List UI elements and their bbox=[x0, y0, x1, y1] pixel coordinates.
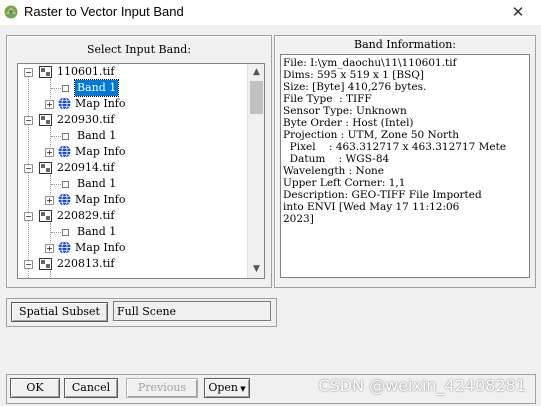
globe-icon bbox=[58, 193, 71, 206]
info-line: Datum : WGS-84 bbox=[283, 153, 390, 165]
info-line: Projection : UTM, Zone 50 North bbox=[283, 129, 460, 141]
expand-icon[interactable]: + bbox=[45, 100, 54, 109]
tree-mapinfo-node[interactable]: + Map Info bbox=[18, 240, 247, 256]
tree-mapinfo-node[interactable]: + Map Info bbox=[18, 192, 247, 208]
info-line: Size: [Byte] 410,276 bytes. bbox=[283, 81, 427, 93]
tree-band-node[interactable]: Band 1 bbox=[18, 224, 247, 240]
band-icon bbox=[62, 181, 69, 188]
info-line: File Type : TIFF bbox=[283, 93, 372, 105]
raster-file-icon bbox=[39, 210, 52, 222]
tree-file-node[interactable]: − 220914.tif bbox=[18, 160, 247, 176]
band-icon bbox=[62, 229, 69, 236]
info-line: Pixel : 463.312717 x 463.312717 Mete bbox=[283, 141, 507, 153]
open-menu-button[interactable]: Open ▼ bbox=[204, 378, 250, 398]
envi-app-icon bbox=[4, 5, 18, 19]
globe-icon bbox=[58, 241, 71, 254]
info-line: Upper Left Corner: 1,1 bbox=[283, 177, 406, 189]
tree-mapinfo-label: Map Info bbox=[75, 145, 126, 158]
close-icon: ✕ bbox=[511, 3, 525, 21]
raster-file-icon bbox=[39, 66, 52, 78]
tree-file-label: 220829.tif bbox=[57, 209, 115, 222]
band-information-text[interactable]: File: I:\ym_daochu\11\110601.tif Dims: 5… bbox=[280, 54, 530, 278]
globe-icon bbox=[58, 145, 71, 158]
select-input-band-title: Select Input Band: bbox=[86, 43, 192, 56]
band-tree[interactable]: − 110601.tif Band 1 + Map Info − 220930.… bbox=[17, 63, 265, 279]
tree-file-node[interactable]: − 110601.tif bbox=[18, 64, 247, 80]
select-input-band-panel: Select Input Band: − 110601.tif Band 1 + bbox=[6, 35, 272, 288]
band-information-panel: Band Information: File: I:\ym_daochu\11\… bbox=[274, 35, 536, 288]
tree-connector bbox=[50, 271, 51, 278]
tree-mapinfo-label: Map Info bbox=[75, 193, 126, 206]
tree-band-label: Band 1 bbox=[77, 177, 117, 190]
watermark: CSDN @weixin_42408281 bbox=[318, 376, 526, 395]
dropdown-arrow-icon: ▼ bbox=[238, 385, 246, 393]
tree-file-label: 220813.tif bbox=[57, 257, 115, 270]
collapse-icon[interactable]: − bbox=[24, 68, 33, 77]
tree-band-node[interactable]: Band 1 bbox=[18, 176, 247, 192]
expand-icon[interactable]: + bbox=[45, 244, 54, 253]
tree-band-label: Band 1 bbox=[77, 225, 117, 238]
spatial-subset-field: Full Scene bbox=[113, 301, 271, 321]
open-label: Open bbox=[208, 381, 239, 394]
info-line: Byte Order : Host (Intel) bbox=[283, 117, 414, 129]
globe-icon bbox=[58, 97, 71, 110]
info-line: File: I:\ym_daochu\11\110601.tif bbox=[283, 57, 457, 69]
info-line: 2023] bbox=[283, 213, 314, 225]
raster-file-icon bbox=[39, 258, 52, 270]
window-title: Raster to Vector Input Band bbox=[24, 4, 184, 19]
info-line: Dims: 595 x 519 x 1 [BSQ] bbox=[283, 69, 425, 81]
band-icon bbox=[62, 133, 69, 140]
spatial-subset-button[interactable]: Spatial Subset bbox=[11, 302, 108, 322]
tree-mapinfo-label: Map Info bbox=[75, 241, 126, 254]
collapse-icon[interactable]: − bbox=[24, 164, 33, 173]
tree-mapinfo-node[interactable]: + Map Info bbox=[18, 144, 247, 160]
tree-band-node[interactable]: Band 1 bbox=[18, 128, 247, 144]
band-icon bbox=[62, 85, 69, 92]
scroll-thumb[interactable] bbox=[250, 81, 263, 114]
tree-band-label: Band 1 bbox=[77, 129, 117, 142]
title-bar: Raster to Vector Input Band ✕ bbox=[0, 0, 541, 25]
collapse-icon[interactable]: − bbox=[24, 116, 33, 125]
tree-file-node[interactable]: − 220930.tif bbox=[18, 112, 247, 128]
tree-scrollbar[interactable]: ▲ ▼ bbox=[247, 64, 264, 278]
scroll-up-arrow-icon[interactable]: ▲ bbox=[248, 64, 264, 81]
tree-file-node[interactable]: − 220829.tif bbox=[18, 208, 247, 224]
tree-band-label: Band 1 bbox=[73, 79, 120, 97]
tree-mapinfo-node[interactable]: + Map Info bbox=[18, 96, 247, 112]
tree-band-node[interactable]: Band 1 bbox=[18, 79, 247, 97]
previous-button[interactable]: Previous bbox=[126, 378, 198, 398]
cancel-button[interactable]: Cancel bbox=[64, 378, 118, 398]
collapse-icon[interactable]: − bbox=[24, 260, 33, 269]
scroll-down-arrow-icon[interactable]: ▼ bbox=[248, 261, 264, 278]
ok-button[interactable]: OK bbox=[10, 378, 60, 398]
band-tree-content: − 110601.tif Band 1 + Map Info − 220930.… bbox=[18, 64, 247, 278]
tree-file-node[interactable]: − 220813.tif bbox=[18, 256, 247, 272]
expand-icon[interactable]: + bbox=[45, 148, 54, 157]
close-button[interactable]: ✕ bbox=[495, 0, 541, 25]
info-line: into ENVI [Wed May 17 11:12:06 bbox=[283, 201, 460, 213]
info-line: Description: GEO-TIFF File Imported bbox=[283, 189, 482, 201]
raster-file-icon bbox=[39, 162, 52, 174]
tree-file-label: 220914.tif bbox=[57, 161, 115, 174]
tree-file-label: 110601.tif bbox=[57, 65, 115, 78]
raster-file-icon bbox=[39, 114, 52, 126]
info-line: Sensor Type: Unknown bbox=[283, 105, 407, 117]
collapse-icon[interactable]: − bbox=[24, 212, 33, 221]
info-line: Wavelength : None bbox=[283, 165, 385, 177]
tree-file-label: 220930.tif bbox=[57, 113, 115, 126]
expand-icon[interactable]: + bbox=[45, 196, 54, 205]
tree-mapinfo-label: Map Info bbox=[75, 97, 126, 110]
band-information-title: Band Information: bbox=[354, 38, 456, 51]
